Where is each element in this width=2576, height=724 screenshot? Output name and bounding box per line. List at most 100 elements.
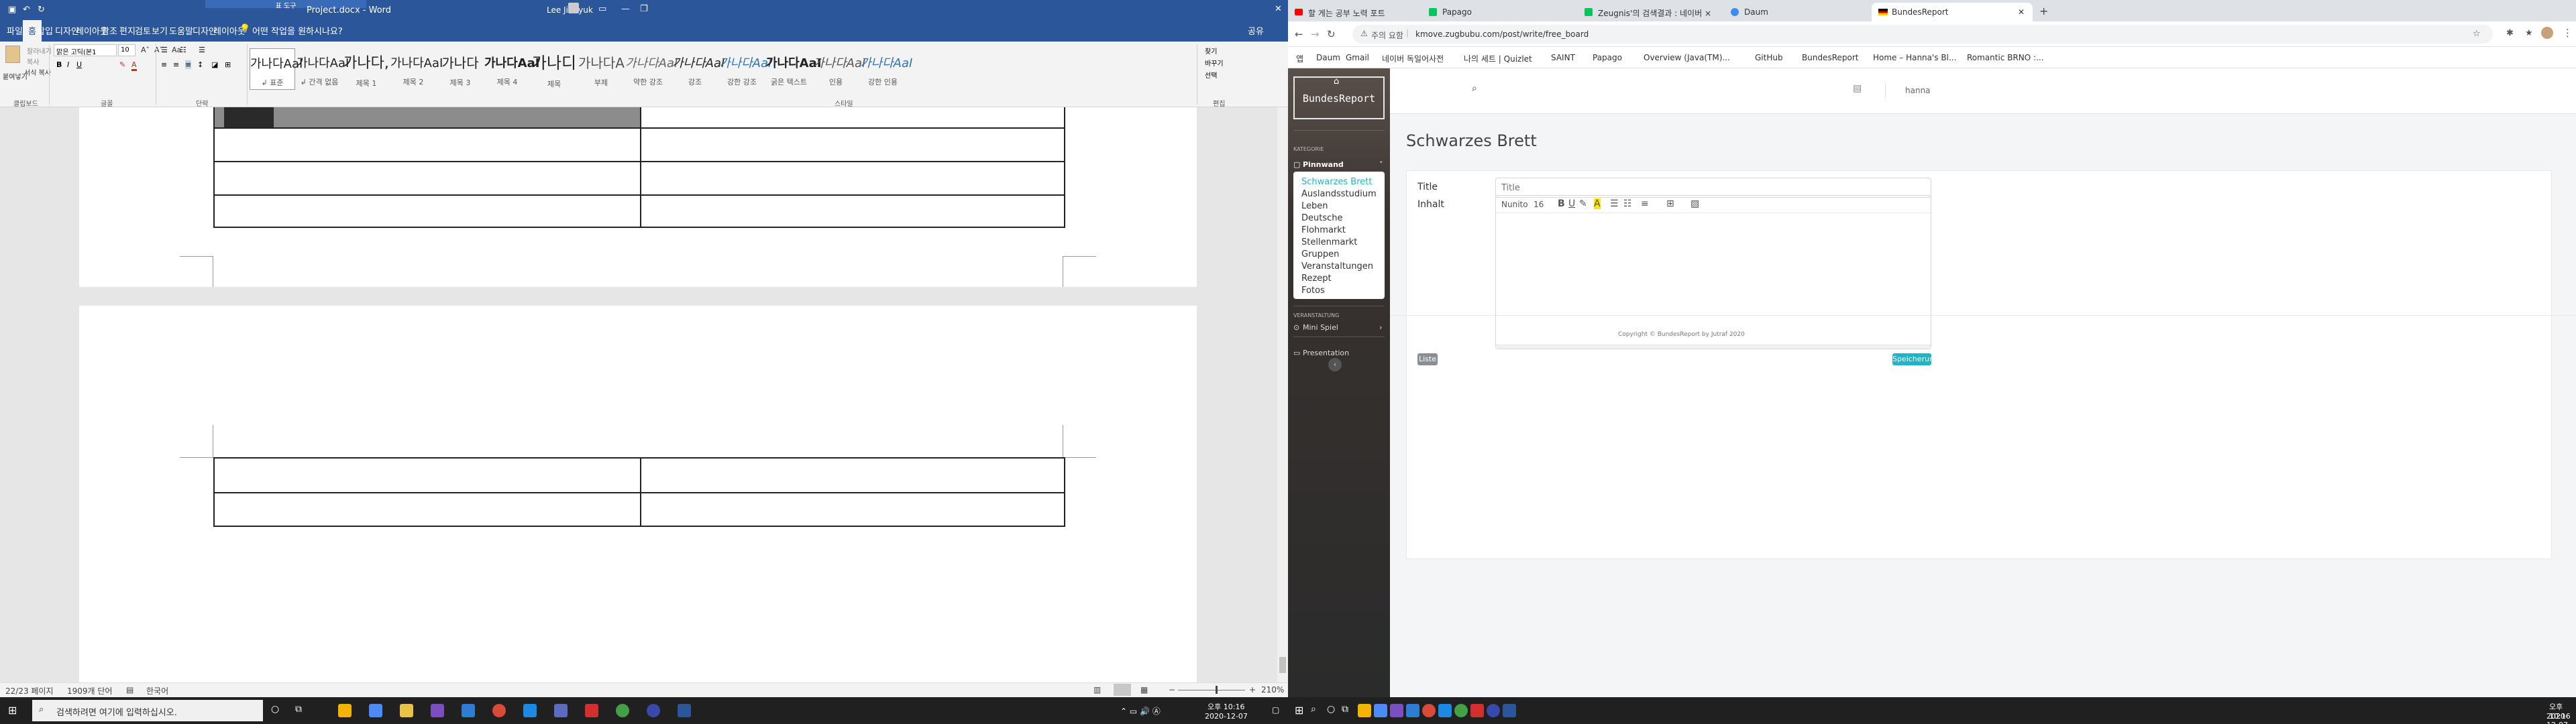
cortana-icon[interactable]: ○	[271, 704, 279, 715]
style-item[interactable]: 가나다AaI 약한 강조	[625, 48, 678, 90]
redo-icon[interactable]: ↻	[38, 5, 45, 15]
align-left-icon[interactable]: ≡	[161, 60, 167, 69]
menu-item[interactable]: Stellenmarkt	[1301, 237, 1357, 247]
multilevel-icon[interactable]: ☰	[199, 46, 205, 54]
font-select[interactable]: Nunito	[1501, 200, 1528, 209]
share-button[interactable]: 공유	[1248, 24, 1264, 37]
clock-date[interactable]: 2020-12-07	[1205, 712, 1248, 721]
vertical-scrollbar[interactable]	[1277, 107, 1288, 682]
bookmark-item[interactable]: 네이버 독일어사전	[1382, 53, 1444, 64]
tab-insert[interactable]: 삽입	[37, 24, 53, 37]
font-size-select[interactable]: 16	[1534, 200, 1544, 209]
bookmark-item[interactable]: SAINT	[1551, 53, 1575, 62]
menu-item[interactable]: Gruppen	[1301, 249, 1339, 259]
replace-button[interactable]: 바꾸기	[1205, 58, 1224, 68]
grow-font-icon[interactable]: A˄	[141, 46, 150, 54]
app-icon[interactable]	[369, 704, 382, 717]
style-item[interactable]: 가나다A 부제	[578, 48, 625, 90]
borders-icon[interactable]: ⊞	[225, 60, 231, 69]
nav-pinnwand[interactable]: Pinnwand	[1303, 160, 1344, 169]
forward-icon[interactable]: →	[1311, 28, 1320, 40]
underline-icon[interactable]: U	[76, 60, 82, 69]
zoom-in-icon[interactable]: +	[1249, 685, 1256, 695]
clock-time[interactable]: 오후 10:16	[1208, 701, 1244, 712]
bookmark-item[interactable]: Gmail	[1346, 53, 1369, 62]
warning-icon[interactable]: ⚠	[1360, 29, 1368, 38]
clock-date[interactable]: 2020-12-07	[2546, 712, 2576, 724]
minimize-icon[interactable]: —	[621, 4, 630, 14]
menu-item[interactable]: Fotos	[1301, 286, 1325, 296]
image-icon[interactable]: ▨	[1690, 198, 1699, 209]
align-center-icon[interactable]: ≡	[173, 60, 179, 69]
tab-view[interactable]: 보기	[152, 24, 168, 37]
format-painter-button[interactable]: 서식 복사	[24, 67, 51, 77]
font-size-select[interactable]: 10	[118, 44, 136, 56]
app-icon[interactable]	[554, 704, 568, 717]
browser-tab[interactable]: Daum	[1724, 3, 1872, 21]
style-item[interactable]: 가나다AaI 굵은 텍스트	[766, 48, 821, 90]
search-icon[interactable]: ⌕	[1311, 704, 1316, 715]
zoom-level[interactable]: 210%	[1261, 685, 1284, 695]
style-item[interactable]: 가나다AaI ↲ 표준	[250, 48, 303, 90]
menu-item-schwarzes-brett[interactable]: Schwarzes Brett	[1301, 177, 1372, 187]
app-icon[interactable]	[647, 704, 660, 717]
nav-mini-spiel[interactable]: Mini Spiel	[1303, 323, 1338, 332]
style-item[interactable]: 가나디 제목	[531, 48, 577, 90]
app-icon[interactable]	[462, 704, 475, 717]
security-label[interactable]: 주의 요함	[1371, 29, 1403, 41]
save-icon[interactable]: ▣	[8, 5, 16, 15]
numbering-icon[interactable]: ☷	[180, 46, 186, 54]
extensions-icon[interactable]: ✱	[2506, 28, 2514, 38]
avatar[interactable]	[2541, 27, 2553, 39]
browser-tab[interactable]: Papago	[1422, 3, 1578, 21]
word-icon[interactable]	[1503, 704, 1516, 717]
read-mode-icon[interactable]: ▥	[1093, 685, 1101, 695]
menu-item[interactable]: Veranstaltungen	[1301, 261, 1373, 272]
italic-icon[interactable]: I	[67, 60, 69, 69]
avatar[interactable]	[568, 3, 579, 13]
proofing-icon[interactable]: ▤	[126, 685, 133, 695]
task-view-icon[interactable]: ⧉	[295, 704, 302, 715]
close-icon[interactable]: ✕	[1275, 4, 1282, 14]
font-name-select[interactable]: 맑은 고딕(본1	[54, 44, 117, 56]
ribbon-display-icon[interactable]: ▭	[598, 4, 606, 14]
tab-mailings[interactable]: 편지	[119, 24, 136, 37]
tell-me-input[interactable]: 어떤 작업을 원하시나요?	[252, 24, 343, 37]
back-icon[interactable]: ←	[1295, 28, 1303, 40]
style-item[interactable]: 가나다AaI 강한 강조	[719, 48, 771, 90]
address-bar[interactable]: ⚠ 주의 요함 | kmove.zugbubu.com/post/write/f…	[1352, 25, 2493, 44]
bookmark-item[interactable]: 나의 세트 | Quizlet	[1464, 53, 1532, 64]
app-icon[interactable]	[1406, 704, 1419, 717]
app-icon[interactable]	[1470, 704, 1484, 717]
bold-icon[interactable]: B	[1558, 198, 1565, 209]
language[interactable]: 한국어	[146, 685, 168, 697]
style-item[interactable]: 가나다 제목 3	[437, 48, 483, 90]
select-button[interactable]: 선택	[1205, 70, 1217, 80]
notifications-icon[interactable]: ▢	[1272, 705, 1279, 715]
app-icon[interactable]	[616, 704, 629, 717]
cut-button[interactable]: 잘라내기	[27, 46, 52, 56]
sidebar-toggle-button[interactable]: ‹	[1328, 358, 1342, 371]
bookmark-icon[interactable]: ★	[2525, 28, 2533, 38]
style-item[interactable]: 가나다AaI 강조	[672, 48, 724, 90]
restore-icon[interactable]: ❐	[640, 4, 648, 14]
file-explorer-icon[interactable]	[338, 704, 352, 717]
bullets-icon[interactable]: ☰	[161, 46, 168, 54]
chevron-right-icon[interactable]: ›	[1379, 323, 1382, 332]
paste-icon[interactable]	[5, 46, 20, 63]
scrollbar-thumb[interactable]	[1279, 657, 1286, 673]
app-icon[interactable]	[585, 704, 598, 717]
text-color-icon[interactable]: A	[1594, 198, 1601, 209]
bold-icon[interactable]: B	[56, 60, 62, 69]
menu-item[interactable]: Flohmarkt	[1301, 225, 1346, 235]
editor-resize-handle[interactable]	[1496, 345, 1931, 349]
menu-item[interactable]: Rezept	[1301, 274, 1332, 284]
tab-file[interactable]: 파일	[7, 24, 23, 37]
bookmark-item[interactable]: GitHub	[1755, 53, 1783, 62]
chevron-down-icon[interactable]: ˅	[1379, 160, 1383, 169]
tab-review[interactable]: 검토	[135, 24, 151, 37]
visual-studio-icon[interactable]	[431, 704, 444, 717]
vscode-icon[interactable]	[1438, 704, 1452, 717]
browser-tab[interactable]: 할 게는 공부 노력 포트	[1288, 3, 1422, 21]
menu-icon[interactable]: ⋮	[2563, 27, 2573, 39]
